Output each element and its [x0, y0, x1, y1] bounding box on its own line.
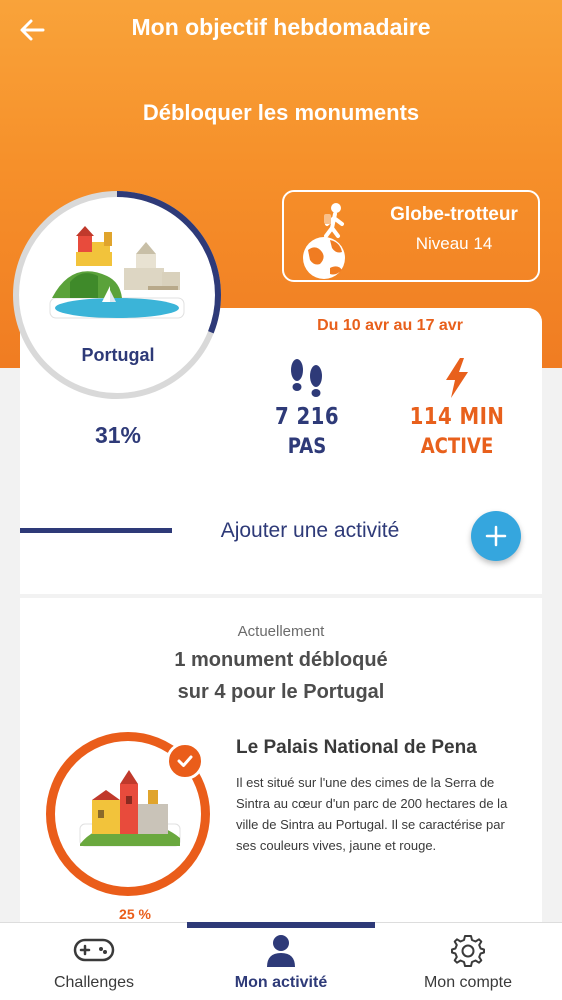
monument-title: Le Palais National de Pena: [236, 737, 477, 758]
plus-icon: [485, 525, 507, 547]
level-badge-card[interactable]: Globe-trotteur Niveau 14: [282, 190, 540, 282]
portugal-illustration: [49, 226, 185, 319]
currently-label: Actuellement: [237, 623, 325, 640]
active-time-stat: 114 MIN ACTIVE: [398, 356, 516, 458]
nav-item-challenges[interactable]: Challenges: [0, 930, 188, 998]
date-range: Du 10 avr au 17 avr: [317, 317, 463, 334]
active-tab-indicator: [187, 922, 375, 928]
page-subtitle: Débloquer les monuments: [142, 100, 420, 125]
nav-item-mon-activite[interactable]: Mon activité: [187, 930, 375, 998]
nav-item-mon-compte[interactable]: Mon compte: [374, 930, 562, 998]
user-icon: [267, 935, 295, 967]
add-activity-label[interactable]: Ajouter une activité: [190, 519, 430, 543]
steps-value: 7 216: [274, 404, 340, 430]
footprints-icon: [291, 359, 322, 397]
unlocked-check-badge: [166, 742, 204, 780]
top-bar: Mon objectif hebdomadaire: [0, 0, 562, 60]
gear-icon: [451, 935, 485, 967]
active-value: 114 MIN: [409, 404, 505, 430]
country-name: Portugal: [81, 345, 155, 365]
unlocked-count-line2: sur 4 pour le Portugal: [177, 681, 385, 703]
country-progress-value: 31%: [94, 422, 142, 448]
nav-label-mon-compte: Mon compte: [423, 974, 513, 991]
steps-stat: 7 216 PAS: [248, 356, 366, 458]
badge-level: Niveau 14: [415, 234, 493, 253]
nav-label-challenges: Challenges: [53, 974, 135, 991]
monument-description: Il est situé sur l'une des cimes de la S…: [236, 775, 508, 853]
badge-title: Globe-trotteur: [390, 204, 518, 225]
lightning-icon: [446, 358, 468, 398]
check-icon: [177, 755, 193, 767]
nav-label-mon-activite: Mon activité: [234, 974, 328, 991]
country-progress-ring[interactable]: [12, 190, 222, 400]
unlocked-count-line1: 1 monument débloqué: [174, 649, 388, 671]
progress-ring-svg: [13, 191, 221, 399]
active-unit: ACTIVE: [420, 434, 494, 458]
add-activity-button[interactable]: [471, 511, 521, 561]
page-title: Mon objectif hebdomadaire: [131, 14, 431, 40]
steps-unit: PAS: [287, 434, 327, 458]
hiker-globe-icon: [303, 203, 345, 279]
gamepad-icon: [73, 938, 115, 962]
section-divider: [20, 528, 172, 533]
monument-progress-value: 25 %: [119, 906, 151, 922]
